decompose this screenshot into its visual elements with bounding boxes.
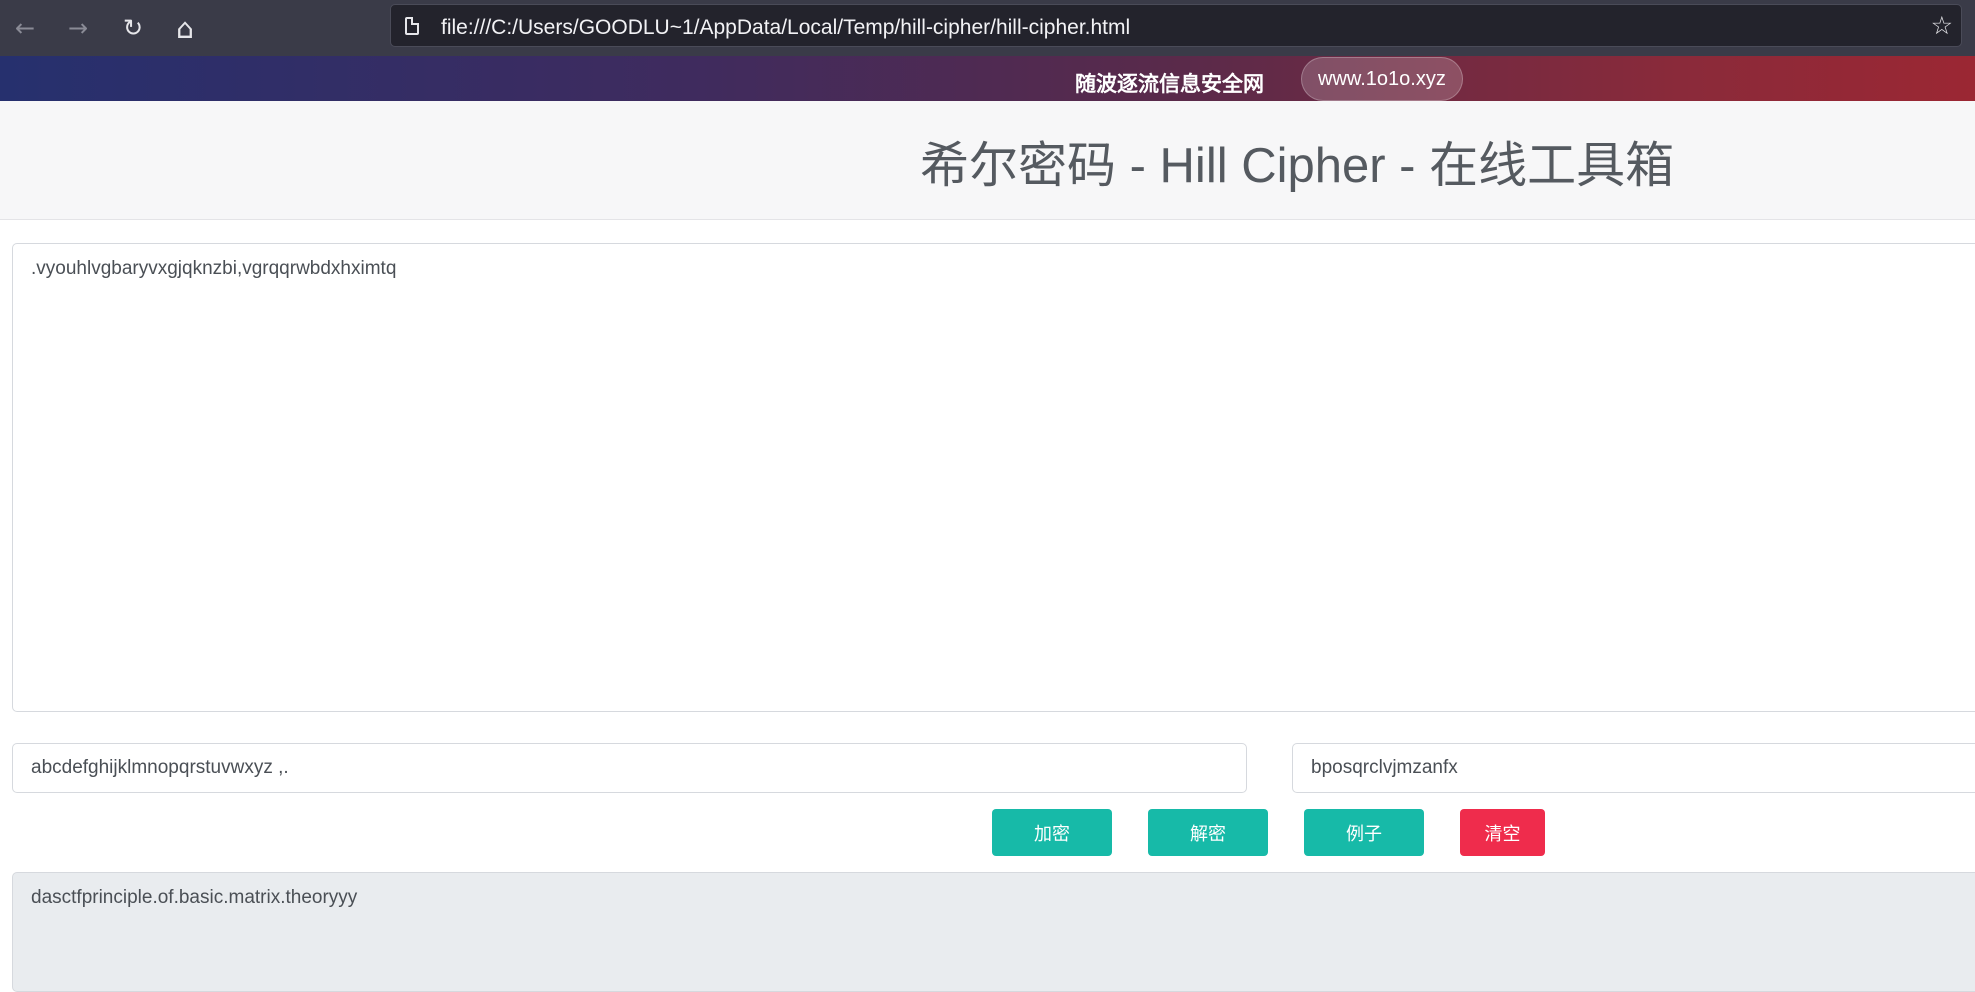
- site-banner: 随波逐流信息安全网 www.1o1o.xyz: [0, 56, 1975, 101]
- back-arrow-icon[interactable]: ←: [8, 11, 42, 45]
- ciphertext-input[interactable]: .vyouhlvgbaryvxgjqknzbi,vgrqqrwbdxhximtq: [12, 243, 1975, 712]
- reload-icon[interactable]: ↻: [116, 11, 150, 45]
- banner-site-link[interactable]: www.1o1o.xyz: [1301, 57, 1463, 101]
- bookmark-star-icon[interactable]: ☆: [1931, 11, 1953, 40]
- plaintext-output[interactable]: dasctfprinciple.of.basic.matrix.theoryyy: [12, 872, 1975, 992]
- page-document-icon: [405, 17, 419, 35]
- home-icon[interactable]: ⌂: [168, 11, 202, 45]
- address-bar[interactable]: file:///C:/Users/GOODLU~1/AppData/Local/…: [390, 4, 1962, 47]
- example-button[interactable]: 例子: [1304, 809, 1424, 856]
- url-text[interactable]: file:///C:/Users/GOODLU~1/AppData/Local/…: [441, 16, 1130, 40]
- browser-toolbar: ← → ↻ ⌂ file:///C:/Users/GOODLU~1/AppDat…: [0, 0, 1975, 56]
- alphabet-input[interactable]: [12, 743, 1247, 793]
- banner-site-name: 随波逐流信息安全网: [1075, 73, 1264, 96]
- encrypt-button[interactable]: 加密: [992, 809, 1112, 856]
- key-input[interactable]: [1292, 743, 1975, 793]
- page-header: 希尔密码 - Hill Cipher - 在线工具箱: [0, 101, 1975, 220]
- page-title: 希尔密码 - Hill Cipher - 在线工具箱: [920, 139, 1675, 193]
- forward-arrow-icon[interactable]: →: [61, 11, 95, 45]
- clear-button[interactable]: 清空: [1460, 809, 1545, 856]
- decrypt-button[interactable]: 解密: [1148, 809, 1268, 856]
